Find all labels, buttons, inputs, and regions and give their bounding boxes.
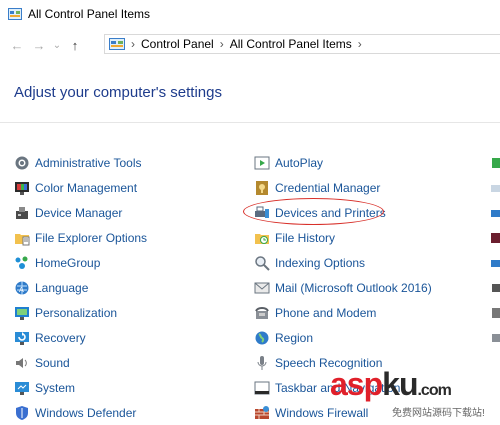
credential-manager-icon (254, 180, 270, 196)
address-control-panel-icon (109, 38, 125, 50)
system-icon (14, 380, 30, 396)
page-title: Adjust your computer's settings (14, 84, 222, 101)
phone-modem-icon (254, 305, 270, 321)
taskbar-icon (254, 380, 270, 396)
item-label: Personalization (35, 305, 118, 320)
item-label: Windows Defender (35, 405, 137, 420)
item-label: Administrative Tools (35, 155, 142, 170)
indexing-options-icon (254, 255, 270, 271)
item-phone-and-modem[interactable]: Phone and Modem (254, 300, 432, 325)
clipped-item-icon[interactable] (490, 156, 500, 168)
windows-firewall-icon (254, 405, 270, 421)
recent-locations-button[interactable]: ⌄ (50, 34, 64, 56)
breadcrumb-separator-icon: › (131, 37, 135, 51)
item-label: Indexing Options (275, 255, 366, 270)
windows-defender-icon (14, 405, 30, 421)
control-panel-icon (8, 8, 22, 20)
item-label: Phone and Modem (275, 305, 377, 320)
item-sound[interactable]: Sound (14, 350, 147, 375)
item-label: Region (275, 330, 314, 345)
item-autoplay[interactable]: AutoPlay (254, 150, 432, 175)
language-icon: A (14, 280, 30, 296)
item-personalization[interactable]: Personalization (14, 300, 147, 325)
svg-text:A: A (19, 286, 24, 294)
item-file-history[interactable]: File History (254, 225, 432, 250)
items-column-1: Administrative Tools Color Management De… (14, 150, 147, 425)
item-homegroup[interactable]: HomeGroup (14, 250, 147, 275)
clipped-item-icon[interactable] (490, 181, 500, 193)
color-management-icon (14, 180, 30, 196)
personalization-icon (14, 305, 30, 321)
mail-icon (254, 280, 270, 296)
item-administrative-tools[interactable]: Administrative Tools (14, 150, 147, 175)
item-color-management[interactable]: Color Management (14, 175, 147, 200)
item-label: System (35, 380, 76, 395)
item-label: File History (275, 230, 336, 245)
site-watermark: aspku.com 免费网站源码下载站! (330, 366, 500, 420)
autoplay-icon (254, 155, 270, 171)
divider (0, 122, 500, 123)
device-manager-icon (14, 205, 30, 221)
item-label: HomeGroup (35, 255, 101, 270)
homegroup-icon (14, 255, 30, 271)
item-windows-defender[interactable]: Windows Defender (14, 400, 147, 425)
item-recovery[interactable]: Recovery (14, 325, 147, 350)
item-label: Credential Manager (275, 180, 381, 195)
clipped-item-icon[interactable] (490, 306, 500, 318)
item-region[interactable]: Region (254, 325, 432, 350)
recovery-icon (14, 330, 30, 346)
region-icon (254, 330, 270, 346)
item-credential-manager[interactable]: Credential Manager (254, 175, 432, 200)
speech-recognition-icon (254, 355, 270, 371)
item-file-explorer-options[interactable]: File Explorer Options (14, 225, 147, 250)
item-label: File Explorer Options (35, 230, 148, 245)
watermark-subtitle: 免费网站源码下载站! (392, 408, 485, 419)
administrative-tools-icon (14, 155, 30, 171)
item-label: Color Management (35, 180, 138, 195)
file-history-icon (254, 230, 270, 246)
breadcrumb-control-panel[interactable]: Control Panel (141, 37, 214, 51)
up-button[interactable]: ↑ (64, 34, 86, 56)
clipped-item-icon[interactable] (490, 231, 500, 243)
clipped-item-icon[interactable] (490, 331, 500, 343)
back-button[interactable]: ← (6, 34, 28, 56)
item-device-manager[interactable]: Device Manager (14, 200, 147, 225)
item-label: AutoPlay (275, 155, 324, 170)
title-bar: All Control Panel Items (0, 0, 500, 28)
item-label: Sound (35, 355, 70, 370)
item-system[interactable]: System (14, 375, 147, 400)
item-label: Mail (Microsoft Outlook 2016) (275, 280, 432, 295)
forward-button[interactable]: → (28, 34, 50, 56)
breadcrumb-separator-icon: › (357, 37, 362, 51)
item-language[interactable]: A Language (14, 275, 147, 300)
breadcrumb-all-items[interactable]: All Control Panel Items (230, 37, 352, 51)
clipped-item-icon[interactable] (490, 206, 500, 218)
annotation-circle (243, 198, 384, 225)
window-title: All Control Panel Items (28, 7, 151, 21)
file-explorer-options-icon (14, 230, 30, 246)
item-mail[interactable]: Mail (Microsoft Outlook 2016) (254, 275, 432, 300)
item-label: Recovery (35, 330, 86, 345)
address-bar[interactable]: › Control Panel › All Control Panel Item… (104, 34, 500, 54)
sound-icon (14, 355, 30, 371)
clipped-item-icon[interactable] (490, 281, 500, 293)
breadcrumb-separator-icon: › (219, 37, 224, 51)
item-label: Device Manager (35, 205, 123, 220)
clipped-item-icon[interactable] (490, 256, 500, 268)
watermark-logo: aspku.com (330, 366, 452, 402)
item-indexing-options[interactable]: Indexing Options (254, 250, 432, 275)
item-label: Language (35, 280, 89, 295)
